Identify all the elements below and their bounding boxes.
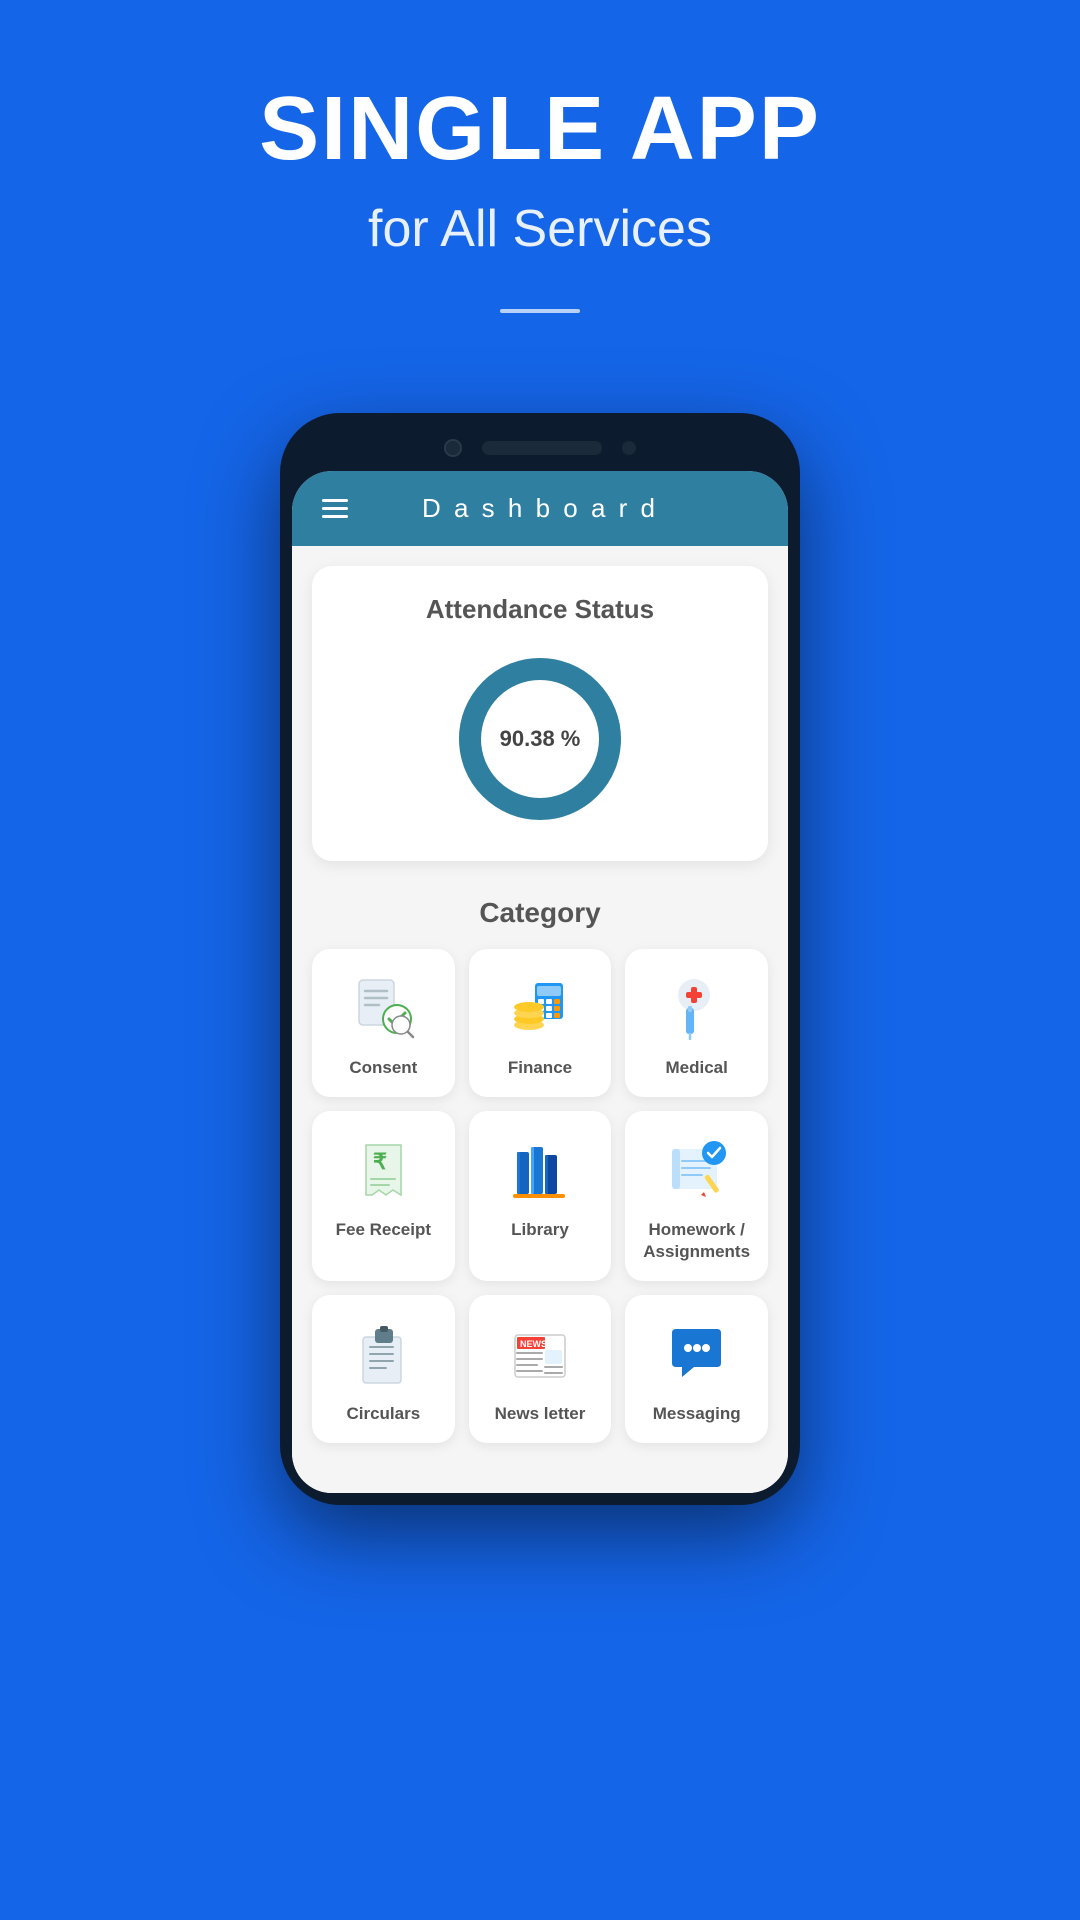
homework-icon [661, 1133, 733, 1205]
messaging-icon [661, 1317, 733, 1389]
attendance-donut: 90.38 % [450, 649, 630, 829]
category-item-fee-receipt[interactable]: ₹ Fee Receipt [312, 1111, 455, 1281]
category-item-medical[interactable]: Medical [625, 949, 768, 1097]
phone-wrapper: D a s h b o a r d Attendance Status 90.3 [0, 413, 1080, 1565]
category-item-finance[interactable]: Finance [469, 949, 612, 1097]
phone-mockup: D a s h b o a r d Attendance Status 90.3 [280, 413, 800, 1505]
phone-screen: D a s h b o a r d Attendance Status 90.3 [292, 471, 788, 1493]
hamburger-menu[interactable] [322, 499, 348, 518]
hero-title: SINGLE APP [40, 80, 1040, 179]
category-item-circulars[interactable]: Circulars [312, 1295, 455, 1443]
dashboard-title: D a s h b o a r d [422, 493, 658, 524]
category-item-newsletter[interactable]: NEWS [469, 1295, 612, 1443]
finance-icon [504, 971, 576, 1043]
newsletter-label: News letter [495, 1403, 586, 1425]
fee-receipt-icon: ₹ [347, 1133, 419, 1205]
library-label: Library [511, 1219, 569, 1241]
category-grid: Consent [312, 949, 768, 1443]
newsletter-icon: NEWS [504, 1317, 576, 1389]
consent-label: Consent [349, 1057, 417, 1079]
hero-divider [500, 309, 580, 313]
category-title: Category [312, 897, 768, 929]
category-item-homework[interactable]: Homework / Assignments [625, 1111, 768, 1281]
fee-receipt-label: Fee Receipt [336, 1219, 431, 1241]
svg-text:NEWS: NEWS [520, 1339, 547, 1349]
camera-icon [444, 439, 462, 457]
circulars-label: Circulars [346, 1403, 420, 1425]
speaker [482, 441, 602, 455]
sensor [622, 441, 636, 455]
hero-subtitle: for All Services [40, 199, 1040, 259]
hamburger-line-3 [322, 515, 348, 518]
hamburger-line-2 [322, 507, 348, 510]
app-header: D a s h b o a r d [292, 471, 788, 546]
consent-icon [347, 971, 419, 1043]
svg-text:₹: ₹ [373, 1149, 387, 1174]
hero-section: SINGLE APP for All Services [0, 0, 1080, 393]
category-item-messaging[interactable]: Messaging [625, 1295, 768, 1443]
attendance-percentage: 90.38 % [500, 726, 581, 752]
homework-label: Homework / Assignments [635, 1219, 758, 1263]
phone-notch [292, 425, 788, 471]
messaging-label: Messaging [653, 1403, 741, 1425]
circulars-icon [347, 1317, 419, 1389]
medical-icon [661, 971, 733, 1043]
finance-label: Finance [508, 1057, 572, 1079]
hamburger-line-1 [322, 499, 348, 502]
category-item-library[interactable]: Library [469, 1111, 612, 1281]
category-section: Category [292, 881, 788, 1453]
category-item-consent[interactable]: Consent [312, 949, 455, 1097]
attendance-title: Attendance Status [332, 594, 748, 625]
attendance-card: Attendance Status 90.38 % [312, 566, 768, 861]
library-icon [504, 1133, 576, 1205]
app-content: Attendance Status 90.38 % Category [292, 566, 788, 1493]
medical-label: Medical [665, 1057, 727, 1079]
